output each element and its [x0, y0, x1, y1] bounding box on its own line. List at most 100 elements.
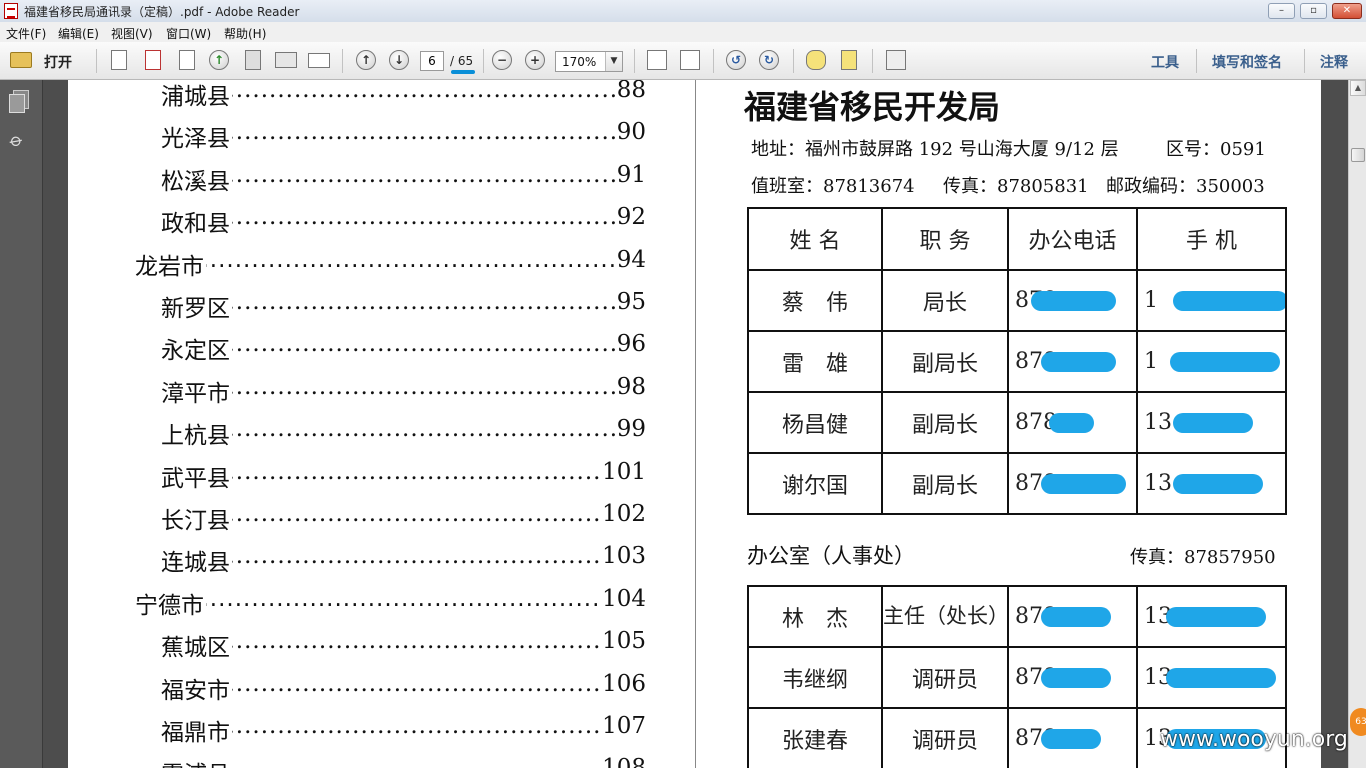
- toc-entry-page: 103: [600, 543, 646, 570]
- toc-entry-page: 95: [614, 289, 646, 315]
- open-folder-icon: [10, 52, 32, 68]
- toc-leader-dots: ........................................…: [161, 713, 646, 739]
- rotate-cw-button[interactable]: ↻: [757, 48, 781, 72]
- redaction-mark: [1041, 351, 1116, 372]
- redaction-mark: [1041, 728, 1101, 749]
- toc-entry-name: 光泽县: [161, 119, 232, 154]
- zoom-out-button[interactable]: −: [490, 48, 514, 72]
- title-bar: 福建省移民局通讯录（定稿）.pdf - Adobe Reader – ▫ ✕: [0, 0, 1366, 23]
- toc-entry-name: 漳平市: [161, 373, 232, 408]
- export-pdf-button[interactable]: [141, 48, 165, 72]
- toc-row: ........................................…: [161, 416, 646, 451]
- zoom-value: 170%: [562, 55, 597, 69]
- toc-leader-dots: ........................................…: [135, 246, 646, 273]
- print-button[interactable]: [274, 48, 298, 72]
- chevron-down-icon[interactable]: ▼: [605, 52, 622, 71]
- toc-row: ........................................…: [135, 246, 646, 281]
- toc-entry-name: 政和县: [161, 204, 232, 239]
- toc-entry-name: 新罗区: [161, 289, 232, 323]
- document-area[interactable]: ........................................…: [43, 80, 1347, 768]
- person-title: 调研员: [881, 707, 1009, 768]
- table-row: 谢尔国 副局长 878 13: [747, 452, 1287, 515]
- toc-leader-dots: ........................................…: [135, 585, 646, 612]
- person-title: 主任（处长）: [881, 585, 1009, 648]
- mobile-phone-text: 1: [1144, 288, 1158, 313]
- save-button[interactable]: [241, 48, 265, 72]
- redaction-mark: [1173, 412, 1253, 433]
- fit-width-icon: [680, 50, 700, 70]
- fullscreen-button[interactable]: [884, 48, 908, 72]
- zoom-select[interactable]: 170% ▼: [555, 51, 623, 72]
- email-button[interactable]: [307, 48, 331, 72]
- menu-window[interactable]: 窗口(W): [166, 25, 211, 42]
- fit-width-button[interactable]: [678, 48, 702, 72]
- toc-entry-name: 蕉城区: [161, 628, 232, 663]
- redaction-mark: [1049, 412, 1094, 433]
- toolbar-separator: [713, 49, 714, 73]
- person-title: 副局长: [881, 391, 1009, 454]
- page-thumbnails-icon[interactable]: [9, 90, 29, 113]
- menu-view[interactable]: 视图(V): [111, 25, 153, 42]
- toc-entry-name: 武平县: [161, 458, 232, 493]
- mobile-phone-text: 1: [1144, 349, 1158, 374]
- attachment-icon[interactable]: ⌀: [5, 129, 32, 157]
- fill-sign-link[interactable]: 填写和签名: [1212, 52, 1282, 72]
- person-title: 副局长: [881, 452, 1009, 515]
- column-header: 姓 名: [747, 207, 883, 271]
- toc-entry-name: 福安市: [161, 670, 232, 705]
- minimize-button[interactable]: –: [1268, 3, 1295, 19]
- scroll-up-arrow-icon[interactable]: ▲: [1350, 80, 1366, 96]
- redaction-mark: [1170, 351, 1280, 372]
- edit-button[interactable]: [175, 48, 199, 72]
- page-number-input[interactable]: [420, 51, 444, 71]
- section-title: 办公室（人事处）: [747, 544, 915, 568]
- menu-edit[interactable]: 编辑(E): [58, 25, 99, 42]
- zoom-in-button[interactable]: +: [523, 48, 547, 72]
- section-fax: 传真：87857950: [1130, 547, 1276, 568]
- rotate-ccw-icon: ↺: [726, 50, 746, 70]
- toolbar-separator: [1196, 49, 1197, 73]
- mobile-phone: 13: [1136, 391, 1287, 454]
- mobile-phone: 1: [1136, 330, 1287, 393]
- fit-page-icon: [647, 50, 667, 70]
- rotate-cw-icon: ↻: [759, 50, 779, 70]
- toc-entry-page: 107: [600, 713, 646, 739]
- previous-page-button[interactable]: ↑: [354, 48, 378, 72]
- rotate-ccw-button[interactable]: ↺: [724, 48, 748, 72]
- toolbar-separator: [483, 49, 484, 73]
- tools-link[interactable]: 工具: [1151, 52, 1179, 72]
- mobile-phone: 13: [1136, 585, 1287, 648]
- person-name: 杨昌健: [747, 391, 883, 454]
- close-button[interactable]: ✕: [1332, 3, 1362, 19]
- vertical-scrollbar[interactable]: ▲: [1348, 80, 1366, 768]
- menu-file[interactable]: 文件(F): [6, 25, 46, 42]
- toc-entry-page: 105: [600, 628, 646, 655]
- toc-entry-page: 96: [614, 331, 646, 358]
- maximize-button[interactable]: ▫: [1300, 3, 1327, 19]
- mobile-phone-text: 13: [1144, 471, 1172, 496]
- redaction-mark: [1173, 290, 1284, 311]
- upload-button[interactable]: ↑: [207, 48, 231, 72]
- person-name: 雷 雄: [747, 330, 883, 393]
- highlight-button[interactable]: [837, 48, 861, 72]
- scrollbar-thumb[interactable]: [1351, 148, 1365, 162]
- toc-entry-page: 90: [614, 119, 646, 146]
- person-name: 韦继纲: [747, 646, 883, 709]
- column-header: 办公电话: [1007, 207, 1138, 271]
- next-page-button[interactable]: ↓: [387, 48, 411, 72]
- area-code: 区号：0591: [1166, 139, 1266, 160]
- toc-leader-dots: ........................................…: [161, 119, 646, 146]
- table-row: 林 杰主任（处长） 878 13: [747, 585, 1287, 648]
- comment-link[interactable]: 注释: [1320, 52, 1348, 72]
- menu-help[interactable]: 帮助(H): [224, 25, 266, 42]
- toc-row: ........................................…: [161, 373, 646, 408]
- person-title: 调研员: [881, 646, 1009, 709]
- comment-button[interactable]: [804, 48, 828, 72]
- person-name: 林 杰: [747, 585, 883, 648]
- fit-page-button[interactable]: [645, 48, 669, 72]
- toc-entry-page: 108: [600, 755, 646, 768]
- redaction-mark: [1173, 473, 1263, 494]
- create-pdf-button[interactable]: [107, 48, 131, 72]
- address: 地址：福州市鼓屏路 192 号山海大厦 9/12 层: [751, 139, 1119, 160]
- postcode: 邮政编码：350003: [1106, 176, 1265, 197]
